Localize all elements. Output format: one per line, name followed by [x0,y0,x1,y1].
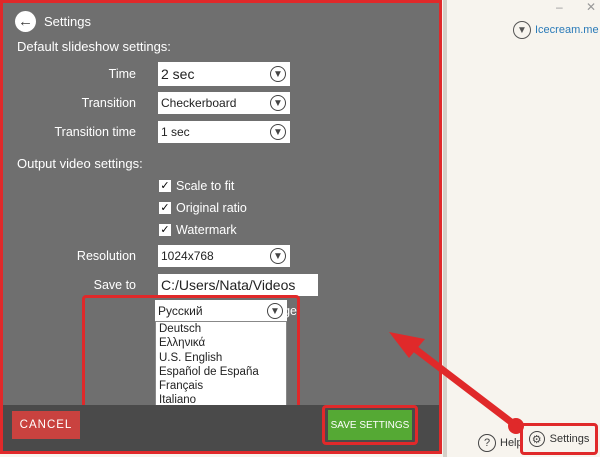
annotation-arrow-line [406,341,519,429]
annotation-arrow [389,332,519,429]
